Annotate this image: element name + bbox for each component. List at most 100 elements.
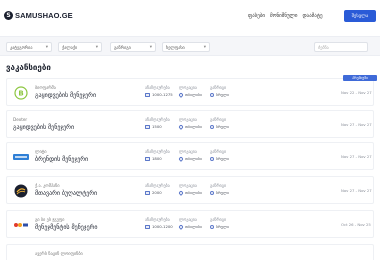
clock-icon xyxy=(210,124,214,129)
job-card[interactable]: პრემიუმი B ბიოფარმა გაყიდვების მენეჯერი … xyxy=(6,75,377,106)
job-title[interactable]: გაყიდვების მენეჯერი xyxy=(13,124,74,131)
salary-heading: ანაზღაურება xyxy=(145,183,170,188)
location-pin-icon xyxy=(178,223,184,230)
posting-dates: Nov 27 - Nov 27 xyxy=(341,188,372,193)
job-title[interactable]: ბრენდის მენეჯერი xyxy=(35,156,88,163)
company-logo xyxy=(13,183,29,199)
filter-category[interactable]: კატეგორია ▾ xyxy=(6,42,52,52)
company-logo xyxy=(13,217,29,233)
salary-text: 1800 xyxy=(152,156,162,161)
location-pin-icon xyxy=(178,91,184,98)
filter-bar: კატეგორია ▾ ქალაქი ▾ განრიგი ▾ ხელფასი ▾… xyxy=(0,36,380,56)
salary-value: 2000 xyxy=(145,190,162,195)
schedule-heading: განრიგი xyxy=(210,183,227,188)
filter-schedule[interactable]: განრიგი ▾ xyxy=(110,42,156,52)
schedule-value: სრული xyxy=(210,92,229,97)
schedule-text: სრული xyxy=(216,124,229,129)
filter-category-label: კატეგორია xyxy=(10,44,33,50)
salary-text: 1000-1200 xyxy=(152,224,173,229)
clock-icon xyxy=(210,224,214,229)
location-heading: ლოკაცია xyxy=(179,117,197,122)
salary-heading: ანაზღაურება xyxy=(145,85,170,90)
location-value: თბილისი xyxy=(178,189,202,196)
location-value: თბილისი xyxy=(178,123,202,130)
posting-dates: Oct 26 - Nov 25 xyxy=(341,222,371,227)
job-title[interactable]: გაყიდვების მენეჯერი xyxy=(35,92,96,99)
filter-salary-label: ხელფასი xyxy=(166,44,185,50)
chevron-down-icon: ▾ xyxy=(95,44,98,50)
salary-heading: ანაზღაურება xyxy=(145,217,170,222)
location-text: თბილისი xyxy=(185,92,202,97)
schedule-heading: განრიგი xyxy=(210,217,227,222)
location-heading: ლოკაცია xyxy=(179,217,197,222)
clock-icon xyxy=(210,156,214,161)
chevron-down-icon: ▾ xyxy=(149,44,152,50)
company-name: ბიოფარმა xyxy=(35,85,56,90)
location-text: თბილისი xyxy=(185,124,202,129)
job-title[interactable]: მენეჯმენტის მენეჯერი xyxy=(35,224,98,231)
schedule-text: სრული xyxy=(216,190,229,195)
posting-dates: Nov 27 - Nov 27 xyxy=(341,154,372,159)
job-card[interactable]: ლიტი ბრენდის მენეჯერი ანაზღაურება 1800 ლ… xyxy=(6,142,374,170)
salary-value: 1500 xyxy=(145,124,162,129)
section-title: ვაკანსიები xyxy=(6,63,51,72)
salary-value: 1000-1200 xyxy=(145,224,173,229)
schedule-heading: განრიგი xyxy=(210,85,227,90)
leaf-logo-icon: B xyxy=(14,86,28,100)
nav-item-add[interactable]: დაამატე xyxy=(302,13,322,19)
search-placeholder: ძებნა xyxy=(318,44,329,50)
schedule-value: სრული xyxy=(210,156,229,161)
premium-badge: პრემიუმი xyxy=(343,75,377,81)
salary-value: 1000-1275 xyxy=(145,92,173,97)
schedule-text: სრული xyxy=(216,156,229,161)
company-name: Dexter xyxy=(13,117,28,122)
money-icon xyxy=(145,156,150,161)
filter-city[interactable]: ქალაქი ▾ xyxy=(58,42,102,52)
posting-dates: Nov 22 - Nov 27 xyxy=(341,90,372,95)
logo-text: SAMUSHAO.GE xyxy=(15,11,73,20)
location-text: თბილისი xyxy=(185,224,202,229)
location-value: თბილისი xyxy=(178,91,202,98)
location-text: თბილისი xyxy=(185,156,202,161)
schedule-value: სრული xyxy=(210,190,229,195)
location-heading: ლოკაცია xyxy=(179,183,197,188)
salary-heading: ანაზღაურება xyxy=(145,117,170,122)
top-header: S SAMUSHAO.GE ფასები მონიშნული დაამატე შ… xyxy=(0,0,380,32)
job-card[interactable]: Dexter გაყიდვების მენეჯერი ანაზღაურება 1… xyxy=(6,110,374,138)
schedule-heading: განრიგი xyxy=(210,117,227,122)
site-logo[interactable]: S SAMUSHAO.GE xyxy=(4,11,73,20)
money-icon xyxy=(145,92,150,97)
location-text: თბილისი xyxy=(185,190,202,195)
salary-text: 1000-1275 xyxy=(152,92,173,97)
job-title[interactable]: მთავარი ბუღალტერი xyxy=(35,190,97,197)
company-name: გი ბი ეს ჯგუფი xyxy=(35,217,65,222)
filter-salary[interactable]: ხელფასი ▾ xyxy=(162,42,210,52)
company-name: ლიტი xyxy=(35,149,47,154)
job-card[interactable]: ქ.ა. კომპანი მთავარი ბუღალტერი ანაზღაურე… xyxy=(6,176,374,204)
salary-heading: ანაზღაურება xyxy=(145,149,170,154)
posting-dates: Nov 27 - Nov 27 xyxy=(341,122,372,127)
company-logo-icon xyxy=(13,154,29,160)
company-name: ქ.ა. კომპანი xyxy=(35,183,60,188)
location-value: თბილისი xyxy=(178,223,202,230)
chevron-down-icon: ▾ xyxy=(45,44,48,50)
salary-value: 1800 xyxy=(145,156,162,161)
filter-schedule-label: განრიგი xyxy=(114,44,131,50)
clock-icon xyxy=(210,92,214,97)
job-card[interactable]: გი ბი ეს ჯგუფი მენეჯმენტის მენეჯერი ანაზ… xyxy=(6,210,374,238)
salary-text: 1500 xyxy=(152,124,162,129)
company-logo xyxy=(13,149,29,165)
nav-item-saved[interactable]: მონიშნული xyxy=(270,13,297,19)
search-input[interactable]: ძებნა xyxy=(314,42,368,52)
main-nav: ფასები მონიშნული დაამატე xyxy=(248,13,323,19)
job-card[interactable]: ავერს ნაცინ ლოიფინბი xyxy=(6,244,374,260)
money-icon xyxy=(145,190,150,195)
nav-item-prices[interactable]: ფასები xyxy=(248,13,265,19)
company-logo-icon xyxy=(14,184,28,198)
schedule-text: სრული xyxy=(216,92,229,97)
login-button[interactable]: შესვლა xyxy=(344,10,376,22)
location-heading: ლოკაცია xyxy=(179,149,197,154)
company-logo: B xyxy=(13,85,29,101)
company-name: ავერს ნაცინ ლოიფინბი xyxy=(35,251,83,256)
money-icon xyxy=(145,224,150,229)
